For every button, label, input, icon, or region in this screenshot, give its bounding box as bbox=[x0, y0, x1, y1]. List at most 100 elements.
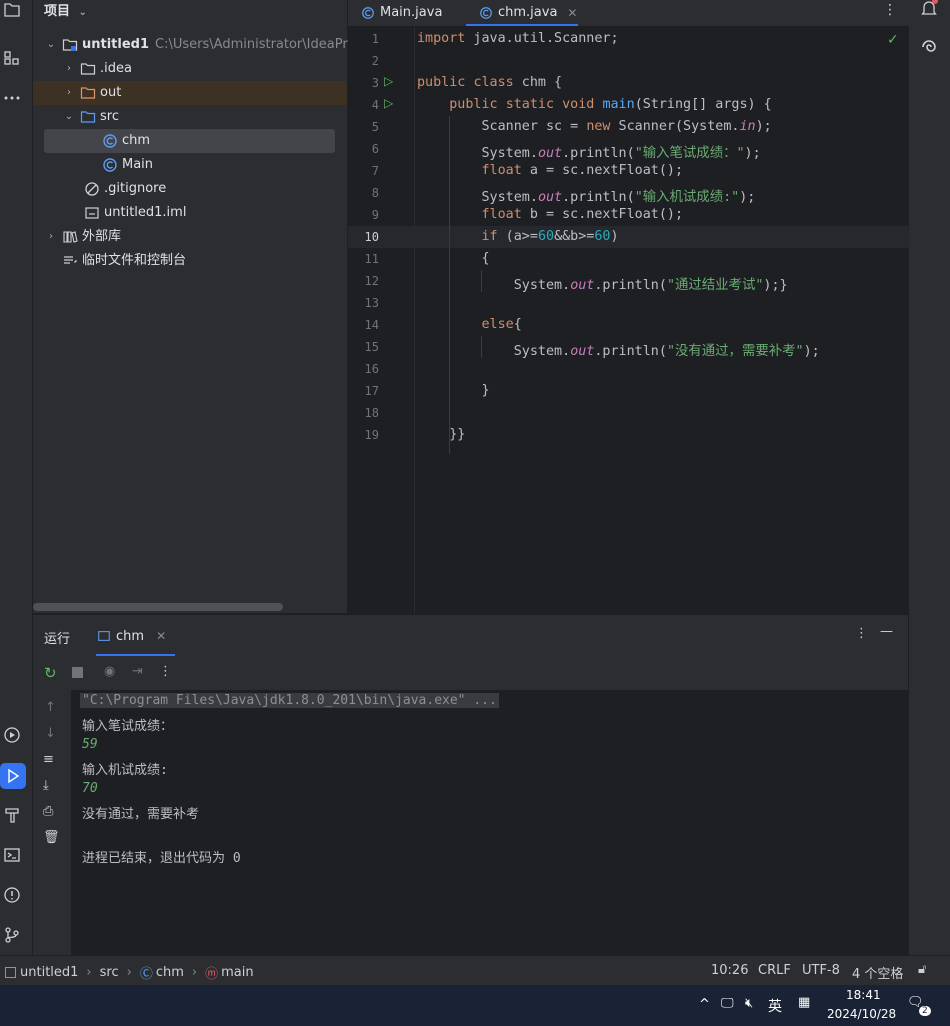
tree-item-scratches[interactable]: 临时文件和控制台 bbox=[62, 249, 186, 273]
tree-item-chm[interactable]: chm bbox=[44, 129, 335, 153]
services-icon[interactable] bbox=[2, 725, 22, 745]
run-options-icon[interactable]: ⋮ bbox=[855, 626, 868, 641]
trash-icon[interactable]: 🗑 bbox=[43, 830, 60, 845]
up-arrow-icon[interactable]: ↑ bbox=[45, 700, 56, 715]
project-header-label: 项目 bbox=[44, 4, 71, 19]
more-tools-icon[interactable] bbox=[2, 88, 22, 108]
root-path: C:\Users\Administrator\IdeaProjec bbox=[155, 37, 375, 52]
caret-position[interactable]: 10:26 bbox=[711, 963, 748, 978]
line-number: 7 bbox=[371, 164, 379, 178]
java-class-icon bbox=[360, 5, 376, 21]
exit-icon[interactable]: ⇥ bbox=[132, 664, 143, 679]
file-encoding[interactable]: UTF-8 bbox=[802, 963, 840, 978]
tree-item-label: chm bbox=[122, 133, 151, 148]
problems-icon[interactable] bbox=[2, 885, 22, 905]
console-line: 输入机试成绩: bbox=[82, 763, 168, 778]
close-icon[interactable]: ✕ bbox=[156, 629, 166, 643]
java-class-icon bbox=[102, 133, 118, 149]
notifications-bell-icon[interactable] bbox=[919, 0, 939, 22]
print-icon[interactable]: ⎙ bbox=[43, 804, 53, 819]
tree-item-main[interactable]: Main bbox=[102, 153, 153, 177]
code-line: public class chm { bbox=[417, 75, 563, 90]
tab-main-java[interactable]: Main.java bbox=[360, 0, 442, 26]
line-separator[interactable]: CRLF bbox=[758, 963, 791, 978]
rerun-icon[interactable]: ↻ bbox=[44, 664, 57, 682]
right-tool-strip bbox=[908, 0, 950, 955]
project-header[interactable]: 项目 ⌄ bbox=[44, 0, 87, 19]
run-main-icon[interactable]: ▷ bbox=[384, 96, 393, 110]
tree-item-src[interactable]: ⌄ src bbox=[62, 105, 119, 129]
stop-icon[interactable] bbox=[72, 667, 83, 678]
terminal-icon[interactable] bbox=[2, 845, 22, 865]
soft-wrap-icon[interactable]: ≡ bbox=[43, 752, 54, 767]
console-line: 输入笔试成绩： bbox=[82, 719, 174, 734]
indent-setting[interactable]: 4 个空格 bbox=[852, 963, 903, 982]
breadcrumb-item[interactable]: chm bbox=[156, 965, 184, 980]
line-number: 4 bbox=[371, 98, 379, 112]
source-folder-icon bbox=[80, 109, 96, 125]
tree-item-external-libs[interactable]: › 外部库 bbox=[44, 225, 121, 249]
tree-item-label: src bbox=[100, 109, 119, 124]
ime-grid-icon[interactable]: ▦ bbox=[798, 995, 810, 1010]
ime-indicator[interactable]: 英 bbox=[768, 996, 782, 1016]
structure-icon[interactable] bbox=[2, 48, 22, 68]
chevron-up-icon[interactable]: ^ bbox=[699, 997, 710, 1012]
run-tab-chm[interactable]: chm ✕ bbox=[96, 628, 166, 644]
scratches-icon bbox=[62, 253, 78, 269]
clock-date[interactable]: 2024/10/28 bbox=[827, 1007, 896, 1021]
tree-item-iml[interactable]: untitled1.iml bbox=[84, 201, 186, 225]
tree-item-label: untitled1.iml bbox=[104, 205, 187, 220]
run-tool-icon[interactable] bbox=[0, 763, 26, 789]
code-line: import java.util.Scanner; bbox=[417, 31, 619, 46]
indent-guide bbox=[481, 270, 482, 292]
network-icon[interactable]: 🖵︎ bbox=[721, 996, 734, 1011]
status-bar: untitled1 › src › Ⓒ chm › ⓜ main 10:26 C… bbox=[0, 955, 950, 986]
tab-options-icon[interactable]: ⋮ bbox=[883, 2, 897, 18]
gutter-divider bbox=[414, 27, 415, 613]
down-arrow-icon[interactable]: ↓ bbox=[45, 726, 56, 741]
chevron-right-icon: › bbox=[126, 965, 132, 980]
chevron-right-icon: › bbox=[49, 231, 53, 242]
tree-root[interactable]: ⌄ untitled1 C:\Users\Administrator\IdeaP… bbox=[44, 33, 374, 57]
tree-item-gitignore[interactable]: .gitignore bbox=[84, 177, 166, 201]
console-line: 59 bbox=[82, 737, 98, 752]
clock-time[interactable]: 18:41 bbox=[846, 988, 881, 1002]
windows-taskbar: ^ 🖵︎ 🔇︎ 英 ▦ 18:41 2024/10/28 🗨︎ 2 bbox=[0, 985, 950, 1026]
more-icon[interactable]: ⋮ bbox=[159, 664, 172, 679]
line-number: 9 bbox=[371, 208, 379, 222]
close-icon[interactable]: ✕ bbox=[567, 5, 577, 21]
run-title: 运行 bbox=[44, 632, 71, 647]
build-hammer-icon[interactable] bbox=[2, 805, 22, 825]
breadcrumb-item[interactable]: untitled1 bbox=[20, 965, 78, 980]
line-number: 13 bbox=[364, 296, 379, 310]
run-side-toolbar: ↑ ↓ ≡ ⤓ ⎙ 🗑 bbox=[33, 690, 71, 955]
tree-item-out[interactable]: › out bbox=[33, 81, 347, 105]
tab-chm-java[interactable]: chm.java ✕ bbox=[478, 0, 577, 26]
git-branch-icon[interactable] bbox=[2, 925, 22, 945]
breadcrumb-item[interactable]: main bbox=[221, 965, 253, 980]
tab-label: Main.java bbox=[380, 5, 443, 20]
indent-guide bbox=[481, 336, 482, 358]
minimize-icon[interactable]: — bbox=[880, 624, 893, 639]
scroll-to-end-icon[interactable]: ⤓ bbox=[43, 778, 49, 793]
tab-label: chm.java bbox=[498, 5, 558, 20]
console-output[interactable] bbox=[71, 690, 908, 955]
project-horizontal-scrollbar[interactable] bbox=[33, 603, 283, 611]
code-line: System.out.println("没有通过，需要补考"); bbox=[417, 344, 820, 359]
no-problems-check-icon: ✓ bbox=[887, 32, 899, 48]
tree-item-idea[interactable]: › .idea bbox=[62, 57, 132, 81]
run-toolbar: ↻ ◉ ⇥ ⋮ bbox=[33, 656, 908, 690]
project-folder-icon[interactable] bbox=[2, 0, 22, 20]
volume-muted-icon[interactable]: 🔇︎ bbox=[745, 996, 753, 1011]
lock-icon[interactable]: 🔓︎ bbox=[918, 962, 926, 977]
chevron-down-icon: ⌄ bbox=[78, 7, 87, 18]
ai-assistant-icon[interactable] bbox=[919, 37, 939, 61]
root-name: untitled1 bbox=[82, 37, 150, 52]
run-class-icon[interactable]: ▷ bbox=[384, 74, 393, 88]
breadcrumb-item[interactable]: src bbox=[100, 965, 119, 980]
line-number: 6 bbox=[371, 142, 379, 156]
console-icon bbox=[96, 628, 112, 644]
screenshot-camera-icon[interactable]: ◉ bbox=[104, 664, 115, 679]
line-number: 1 bbox=[371, 32, 379, 46]
line-number: 14 bbox=[364, 318, 379, 332]
